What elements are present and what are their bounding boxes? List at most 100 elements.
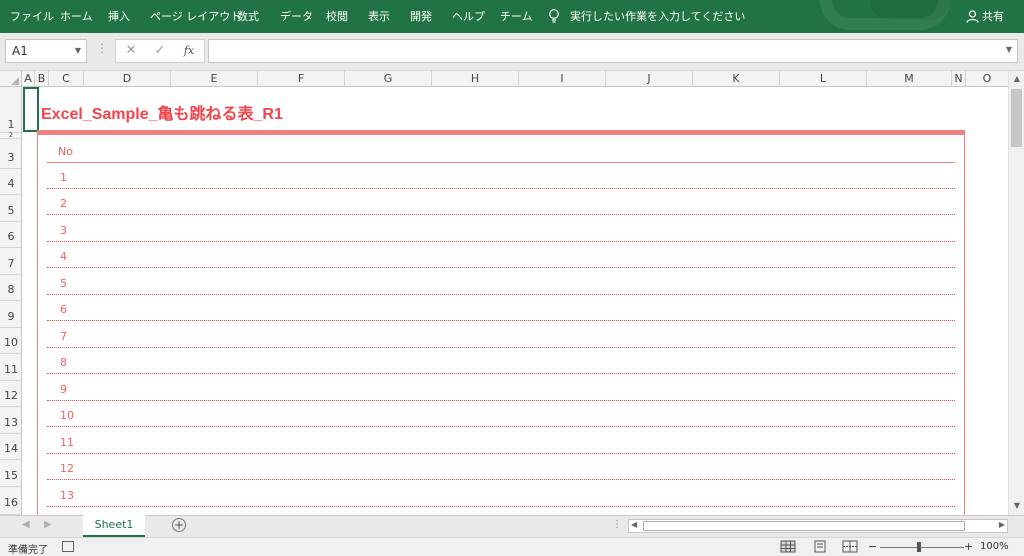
column-header[interactable]: G	[345, 71, 432, 87]
row-header[interactable]: 6	[0, 222, 21, 248]
scroll-left-icon[interactable]: ◀	[631, 520, 637, 529]
column-header[interactable]: L	[780, 71, 867, 87]
tab-split-grip[interactable]: ⋮	[612, 519, 622, 530]
column-header[interactable]: C	[49, 71, 84, 87]
table-row[interactable]: 6	[47, 295, 955, 321]
table-row[interactable]: 9	[47, 375, 955, 401]
row-header[interactable]: 3	[0, 139, 21, 169]
scroll-up-icon[interactable]: ▲	[1009, 74, 1024, 83]
table-row[interactable]: 8	[47, 348, 955, 374]
tab-file[interactable]: ファイル	[10, 0, 54, 33]
insert-function-icon[interactable]: fx	[179, 40, 199, 62]
enter-icon[interactable]: ✓	[150, 40, 170, 62]
row-number: 11	[60, 436, 74, 449]
row-header[interactable]: 14	[0, 434, 21, 460]
column-header[interactable]: J	[606, 71, 693, 87]
row-header[interactable]: 9	[0, 301, 21, 328]
zoom-slider-thumb[interactable]	[917, 542, 921, 552]
table-row[interactable]: 4	[47, 242, 955, 268]
row-header[interactable]: 4	[0, 169, 21, 195]
tab-developer[interactable]: 開発	[410, 0, 432, 33]
tab-insert[interactable]: 挿入	[108, 0, 130, 33]
chevron-down-icon[interactable]: ▼	[75, 40, 81, 62]
macro-record-icon[interactable]	[62, 541, 74, 552]
table-row[interactable]: 3	[47, 216, 955, 242]
column-header[interactable]: E	[171, 71, 258, 87]
row-header[interactable]: 1	[0, 87, 21, 133]
column-label-no[interactable]: No	[58, 145, 73, 158]
row-header[interactable]: 7	[0, 248, 21, 275]
row-number: 4	[60, 250, 67, 263]
row-number: 1	[60, 171, 67, 184]
sheet-tab-sheet1[interactable]: Sheet1	[83, 515, 145, 537]
tab-home[interactable]: ホーム	[60, 0, 93, 33]
tab-help[interactable]: ヘルプ	[452, 0, 485, 33]
horizontal-scrollbar[interactable]: ◀ ▶	[628, 519, 1008, 533]
row-header[interactable]: 15	[0, 460, 21, 487]
table-row[interactable]: 11	[47, 428, 955, 454]
active-cell-a1[interactable]	[23, 87, 39, 132]
row-header[interactable]: 8	[0, 275, 21, 301]
column-header[interactable]: N	[952, 71, 966, 87]
vertical-scroll-thumb[interactable]	[1011, 89, 1022, 147]
table-row[interactable]: 7	[47, 322, 955, 348]
zoom-level[interactable]: 100%	[980, 541, 1009, 552]
table-row[interactable]: 5	[47, 269, 955, 295]
page-break-view-icon[interactable]	[842, 540, 858, 553]
expand-formula-icon[interactable]: ▼	[1006, 45, 1012, 54]
column-header[interactable]: K	[693, 71, 780, 87]
row-header[interactable]: 10	[0, 328, 21, 354]
table-row[interactable]: 10	[47, 401, 955, 427]
name-box[interactable]: A1 ▼	[5, 39, 87, 63]
formula-buttons: ✕ ✓ fx	[115, 39, 205, 63]
column-header[interactable]: I	[519, 71, 606, 87]
row-header[interactable]: 16	[0, 487, 21, 515]
page-layout-view-icon[interactable]	[812, 540, 828, 553]
next-sheet-icon[interactable]: ▶	[44, 519, 52, 530]
row-number: 10	[60, 409, 74, 422]
tab-review[interactable]: 校閲	[326, 0, 348, 33]
tab-view[interactable]: 表示	[368, 0, 390, 33]
column-header[interactable]: H	[432, 71, 519, 87]
column-header[interactable]: B	[35, 71, 49, 87]
zoom-out-icon[interactable]: −	[868, 540, 877, 553]
column-header[interactable]: A	[22, 71, 35, 87]
row-header[interactable]: 12	[0, 381, 21, 407]
tell-me-label: 実行したい作業を入力してください	[570, 10, 746, 23]
row-header[interactable]: 11	[0, 354, 21, 381]
column-headers: A B C D E F G H I J K L M N O	[0, 71, 1008, 87]
row-header[interactable]: 5	[0, 195, 21, 222]
row-number: 5	[60, 277, 67, 290]
row-number: 6	[60, 303, 67, 316]
cancel-icon[interactable]: ✕	[121, 40, 141, 62]
row-headers: 1 2 3 4 5 6 7 8 9 10 11 12 13 14 15 16	[0, 87, 22, 515]
tab-team[interactable]: チーム	[500, 0, 533, 33]
column-header[interactable]: D	[84, 71, 171, 87]
formula-input[interactable]: ▼	[208, 39, 1018, 63]
scroll-down-icon[interactable]: ▼	[1009, 501, 1024, 510]
person-icon	[966, 10, 979, 23]
select-all-corner[interactable]	[0, 71, 22, 87]
worksheet-grid[interactable]: Excel_Sample_亀も跳ねる表_R1 No 1 2 3 4 5 6 7 …	[22, 87, 1008, 515]
tab-page-layout[interactable]: ページ レイアウト	[150, 0, 241, 33]
table-row[interactable]: 13	[47, 481, 955, 507]
tab-formulas[interactable]: 数式	[237, 0, 259, 33]
table-row[interactable]: 12	[47, 454, 955, 480]
normal-view-icon[interactable]	[780, 540, 796, 553]
horizontal-scroll-thumb[interactable]	[643, 521, 965, 531]
scroll-right-icon[interactable]: ▶	[999, 520, 1005, 529]
sheet-title[interactable]: Excel_Sample_亀も跳ねる表_R1	[41, 100, 283, 124]
column-header[interactable]: M	[867, 71, 952, 87]
formula-bar-grip[interactable]: ⋮	[96, 41, 108, 55]
zoom-in-icon[interactable]: +	[964, 540, 973, 553]
table-row[interactable]: 2	[47, 189, 955, 215]
column-header[interactable]: O	[966, 71, 1008, 87]
zoom-slider[interactable]	[880, 547, 964, 548]
row-header[interactable]: 13	[0, 407, 21, 434]
column-header[interactable]: F	[258, 71, 345, 87]
table-row[interactable]: 1	[47, 163, 955, 189]
prev-sheet-icon[interactable]: ◀	[22, 519, 30, 530]
add-sheet-icon[interactable]: +	[172, 518, 186, 532]
vertical-scrollbar[interactable]: ▲ ▼	[1008, 71, 1024, 515]
tab-data[interactable]: データ	[280, 0, 313, 33]
